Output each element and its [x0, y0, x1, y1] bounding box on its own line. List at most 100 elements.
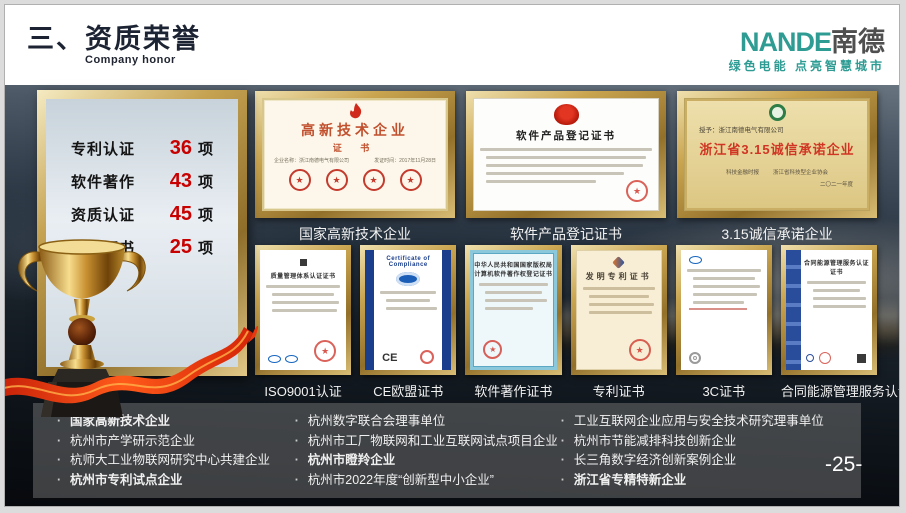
text-line	[479, 283, 547, 286]
cert-caption: ISO9001认证	[255, 381, 351, 399]
cert-title: 发明专利证书	[577, 271, 661, 282]
issuer-name: 科技金融时报	[726, 168, 759, 176]
page-subtitle: Company honor	[85, 54, 176, 66]
cert-315-integrity: 授予：浙江南德电气有限公司 浙江省3.15诚信承诺企业 科技金融时报 浙江省科技…	[677, 91, 877, 242]
cert-caption: 软件著作证书	[465, 381, 561, 399]
cert-title: 高新技术企业	[264, 120, 446, 140]
honor-item: 杭州市工厂物联网和工业互联网试点项目企业	[293, 432, 559, 452]
seal-icon	[314, 340, 336, 362]
cert-patent: 发明专利证书 专利证书	[571, 245, 667, 399]
issuer-name: 浙江省科技型企业协会	[773, 168, 828, 176]
certifier-logo-icon	[806, 354, 814, 362]
cert-frame: 中华人民共和国国家版权局 计算机软件著作权登记证书	[465, 245, 561, 375]
page-number: -25-	[825, 453, 862, 477]
stat-unit: 项	[198, 138, 213, 159]
seal-icon	[326, 169, 348, 191]
stat-label: 专利认证	[71, 138, 135, 159]
trophy-icon	[4, 231, 267, 421]
text-line	[486, 180, 596, 183]
text-line	[272, 293, 334, 296]
cert-caption: 国家高新技术企业	[255, 224, 455, 242]
ccc-mark-icon	[689, 352, 701, 364]
qr-code-icon	[857, 354, 866, 363]
cert-hightech: 高新技术企业 证 书 企业名称：浙江南德电气有限公司 发证时间：2017年11月…	[255, 91, 455, 242]
green-emblem-icon	[769, 104, 786, 121]
content-area: 专利认证 36 项 软件著作 43 项 资质认证 45 项 荣誉证书 25	[5, 85, 899, 506]
honors-column-3: 工业互联网企业应用与安全技术研究理事单位 杭州市节能减排科技创新企业 长三角数字…	[559, 412, 861, 498]
flame-icon	[349, 103, 362, 119]
stat-value: 45	[170, 203, 192, 226]
cert-title: 中华人民共和国国家版权局	[473, 260, 553, 269]
text-line	[589, 311, 652, 314]
cert-caption: 合同能源管理服务认证	[781, 381, 877, 399]
logo-tagline: 绿色电能 点亮智慧城市	[729, 57, 885, 74]
cert-315-image: 授予：浙江南德电气有限公司 浙江省3.15诚信承诺企业 科技金融时报 浙江省科技…	[684, 98, 870, 211]
cert-software-product-image: 软件产品登记证书	[473, 98, 659, 211]
stat-unit: 项	[198, 204, 213, 225]
cert-frame: 合同能源管理服务认证证书	[781, 245, 877, 375]
honor-item: 杭州数字联合会理事单位	[293, 412, 559, 432]
text-line	[386, 307, 437, 310]
text-line	[687, 269, 761, 272]
cnipa-logo-icon	[612, 256, 625, 269]
logo-latin: NANDE	[740, 27, 831, 57]
text-line	[693, 277, 755, 280]
red-stamps	[264, 169, 446, 191]
cert-frame: Certificate of Compliance CE	[360, 245, 456, 375]
iaf-logo-icon	[268, 355, 281, 363]
seal-icon	[289, 169, 311, 191]
honor-item: 长三角数字经济创新案例企业	[559, 451, 861, 471]
stat-value: 36	[170, 137, 192, 160]
text-line	[583, 287, 655, 290]
cert-patent-image: 发明专利证书	[576, 250, 662, 370]
honor-item: 工业互联网企业应用与安全技术研究理事单位	[559, 412, 861, 432]
cert-title: 合同能源管理服务认证证书	[801, 258, 872, 276]
slide-inner: 三、资质荣誉 Company honor NANDE南德 绿色电能 点亮智慧城市…	[4, 4, 900, 507]
seal-icon	[363, 169, 385, 191]
slide: 三、资质荣誉 Company honor NANDE南德 绿色电能 点亮智慧城市…	[0, 0, 906, 513]
cert-title: 软件产品登记证书	[474, 128, 658, 143]
text-line	[380, 291, 436, 294]
text-line	[807, 281, 866, 284]
cert-caption: 3.15诚信承诺企业	[677, 224, 877, 242]
text-line	[813, 297, 866, 300]
honor-item: 浙江省专精特新企业	[559, 471, 861, 491]
cert-software-copyright-image: 中华人民共和国国家版权局 计算机软件著作权登记证书	[470, 250, 556, 370]
text-line	[693, 293, 758, 296]
cert-caption: 3C证书	[676, 381, 772, 399]
stat-value: 43	[170, 170, 192, 193]
honor-item: 杭州市瞪羚企业	[293, 451, 559, 471]
text-line	[589, 303, 654, 306]
text-line	[386, 299, 430, 302]
seal-icon	[629, 339, 651, 361]
stat-unit: 项	[198, 171, 213, 192]
cert-subtitle: 证 书	[264, 141, 446, 154]
cert-award-line: 授予：浙江南德电气有限公司	[685, 124, 869, 134]
cert-iso9001-image: 质量管理体系认证证书	[260, 250, 346, 370]
text-line	[813, 289, 860, 292]
cert-energy-management-image: 合同能源管理服务认证证书	[786, 250, 872, 370]
cert-details: 企业名称：浙江南德电气有限公司 发证时间：2017年11月28日	[264, 154, 446, 165]
ce-emblem-icon	[396, 272, 420, 286]
page-title: 三、资质荣誉	[27, 17, 201, 56]
cert-title: 浙江省3.15诚信承诺企业	[685, 139, 869, 158]
cert-software-copyright: 中华人民共和国国家版权局 计算机软件著作权登记证书 软件著作证书	[465, 245, 561, 399]
cert-frame	[676, 245, 772, 375]
honor-item: 杭州市专利试点企业	[55, 471, 293, 491]
cert-title: Certificate of Compliance	[374, 256, 442, 268]
cert-frame: 授予：浙江南德电气有限公司 浙江省3.15诚信承诺企业 科技金融时报 浙江省科技…	[677, 91, 877, 218]
stat-label: 资质认证	[71, 204, 135, 225]
text-line	[813, 305, 866, 308]
certificates-row-1: 高新技术企业 证 书 企业名称：浙江南德电气有限公司 发证时间：2017年11月…	[255, 91, 877, 242]
stat-row-software: 软件著作 43 项	[46, 170, 238, 203]
seal-icon	[819, 352, 831, 364]
certifier-logo-stripe	[786, 250, 801, 370]
seal-icon	[420, 350, 434, 364]
cert-software-product: 软件产品登记证书 软件产品登记证书	[466, 91, 666, 242]
text-line	[486, 172, 624, 175]
cert-issuers: 科技金融时报 浙江省科技型企业协会	[685, 168, 869, 176]
text-line	[485, 291, 541, 294]
logo-cjk: 南德	[831, 27, 885, 57]
text-line-red	[689, 308, 747, 310]
cert-frame: 软件产品登记证书	[466, 91, 666, 218]
